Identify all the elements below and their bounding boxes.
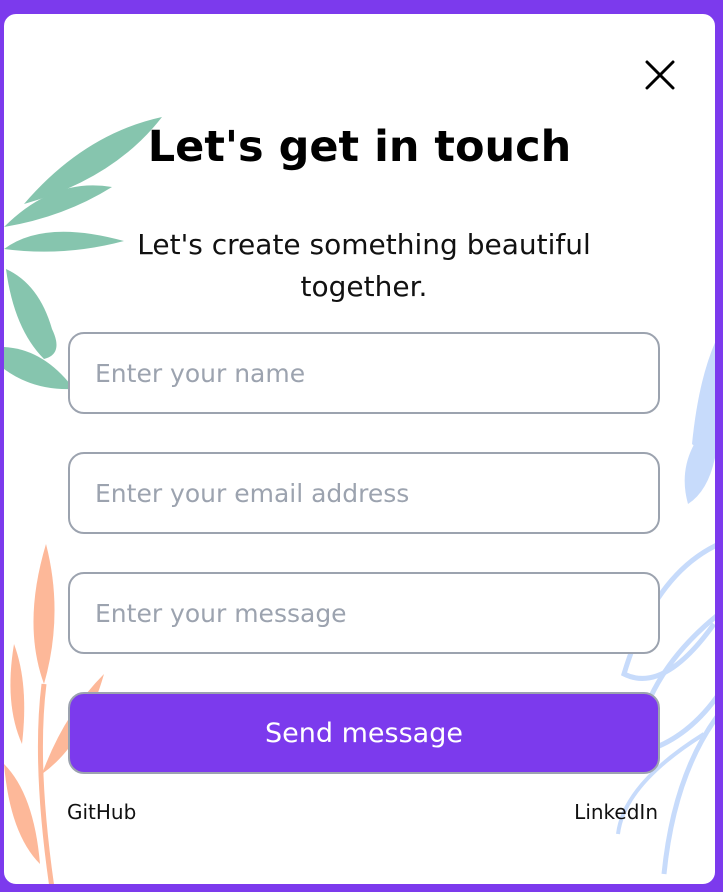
linkedin-link[interactable]: LinkedIn — [574, 800, 658, 824]
close-icon — [645, 60, 675, 90]
message-input[interactable] — [68, 572, 660, 654]
modal-title: Let's get in touch — [147, 122, 572, 172]
email-input[interactable] — [68, 452, 660, 534]
github-link[interactable]: GitHub — [67, 800, 136, 824]
name-input[interactable] — [68, 332, 660, 414]
modal-subtitle: Let's create something beautiful togethe… — [137, 228, 591, 303]
send-message-button[interactable]: Send message — [68, 692, 660, 774]
contact-modal: Let's get in touch Let's create somethin… — [2, 12, 717, 886]
close-button[interactable] — [637, 52, 683, 98]
